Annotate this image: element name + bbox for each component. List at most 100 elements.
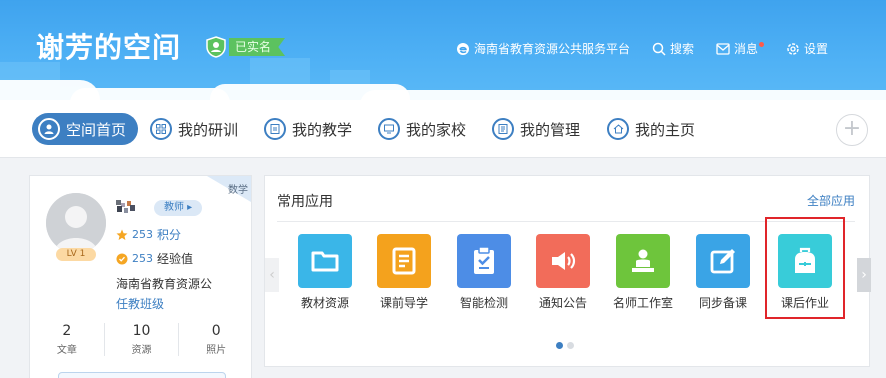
tab-label: 我的主页: [635, 120, 696, 139]
folder-icon: [311, 251, 339, 272]
edit-icon: [710, 249, 735, 274]
count-label: 文章: [56, 345, 77, 356]
app-tile: [377, 234, 431, 288]
space-title: 谢芳的空间: [36, 31, 182, 64]
speaker-icon: [552, 252, 576, 270]
app-announcements[interactable]: 通知公告: [528, 234, 598, 311]
tab-my-home-school[interactable]: 我的家校: [378, 113, 466, 145]
tab-my-teaching[interactable]: 我的教学: [264, 113, 352, 145]
star-icon: [116, 229, 128, 240]
points-stat: 253 积分: [116, 226, 181, 243]
teacher-icon: [632, 249, 654, 272]
verified-label: 已实名: [229, 38, 286, 56]
common-apps-panel: 常用应用 全部应用 ‹ › 教材资源 课前导学 智能检测 通知公告 名师工作室 …: [264, 175, 871, 367]
app-sync-lesson-prep[interactable]: 同步备课: [688, 234, 758, 311]
mail-icon: [716, 42, 730, 55]
prev-page-arrow[interactable]: ‹: [265, 258, 279, 292]
photos-count[interactable]: 0 照片: [178, 323, 253, 356]
next-page-arrow[interactable]: ›: [857, 258, 871, 292]
app-label: 同步备课: [698, 296, 747, 310]
app-smart-test[interactable]: 智能检测: [449, 234, 519, 311]
points-value: 253: [132, 228, 153, 241]
app-tile: [696, 234, 750, 288]
space-header: 谢芳的空间 已实名 海南省教育资源公共服务平台 搜索 消息 设置: [0, 0, 886, 100]
profile-action-button[interactable]: [58, 372, 226, 378]
app-label: 教材资源: [300, 296, 349, 310]
unread-dot: [759, 42, 765, 47]
search-icon: [652, 42, 666, 56]
app-label: 通知公告: [538, 296, 587, 310]
tab-my-homepage[interactable]: 我的主页: [607, 113, 695, 145]
profile-card: 数学 LV 1 教师 ▸ 253 积分 253 经验值 海南省教育资源公 任教班…: [29, 175, 252, 378]
teaching-class-link[interactable]: 任教班级: [116, 295, 164, 312]
app-master-teacher-studio[interactable]: 名师工作室: [608, 234, 678, 311]
tab-label: 空间首页: [66, 120, 127, 139]
username-pixelated: [116, 200, 135, 213]
level-badge: LV 1: [56, 248, 96, 261]
messages-link[interactable]: 消息: [716, 40, 765, 57]
tab-label: 我的家校: [406, 120, 467, 139]
app-label: 课前导学: [379, 296, 428, 310]
organization: 海南省教育资源公: [116, 277, 213, 291]
subject-tag: 数学: [228, 185, 248, 196]
verified-badge: 已实名: [205, 36, 286, 58]
pager-dot[interactable]: [567, 342, 574, 349]
platform-link-label: 海南省教育资源公共服务平台: [474, 42, 631, 56]
all-apps-link[interactable]: 全部应用: [807, 192, 855, 209]
avatar[interactable]: [46, 193, 106, 253]
app-pre-class-guide[interactable]: 课前导学: [369, 234, 439, 311]
count-label: 照片: [206, 345, 227, 356]
tab-my-management[interactable]: 我的管理: [492, 113, 580, 145]
count-value: 2: [62, 323, 72, 339]
count-value: 0: [211, 323, 221, 339]
settings-link-label: 设置: [804, 42, 829, 56]
platform-logo-icon: [457, 42, 469, 55]
carousel-pager: [556, 342, 578, 349]
list-icon: [492, 118, 514, 140]
gear-icon: [787, 42, 799, 55]
app-tile: [298, 234, 352, 288]
tab-space-home[interactable]: 空间首页: [32, 113, 139, 145]
verified-shield-icon: [206, 36, 226, 58]
tab-label: 我的研训: [178, 120, 239, 139]
monitor-icon: [378, 118, 400, 140]
platform-link[interactable]: 海南省教育资源公共服务平台: [456, 40, 630, 57]
role-badge[interactable]: 教师 ▸: [154, 200, 203, 216]
home-icon: [607, 118, 629, 140]
app-tile: [536, 234, 590, 288]
grid-icon: [150, 118, 172, 140]
main-tab-bar: 空间首页 我的研训 我的教学 我的家校 我的管理 我的主页 +: [0, 100, 886, 158]
search-link-label: 搜索: [670, 42, 695, 56]
app-label: 智能检测: [459, 296, 508, 310]
app-tile: [616, 234, 670, 288]
add-tab-button[interactable]: +: [836, 114, 868, 146]
settings-link[interactable]: 设置: [786, 40, 828, 57]
apps-panel-title: 常用应用: [277, 194, 333, 210]
count-label: 资源: [131, 345, 152, 356]
exp-stat: 253 经验值: [116, 250, 193, 267]
exp-value: 253: [132, 252, 153, 265]
app-label: 名师工作室: [612, 296, 673, 310]
app-textbook-resources[interactable]: 教材资源: [290, 234, 360, 311]
count-value: 10: [132, 323, 151, 339]
exp-badge-icon: [116, 253, 128, 264]
role-label: 教师: [164, 202, 184, 213]
app-tile: [457, 234, 511, 288]
points-label: 积分: [157, 228, 182, 242]
pager-dot-active[interactable]: [556, 342, 563, 349]
tab-label: 我的教学: [292, 120, 353, 139]
header-cloud: [70, 88, 230, 100]
user-icon: [38, 118, 60, 140]
articles-count[interactable]: 2 文章: [30, 323, 104, 356]
messages-link-label: 消息: [734, 42, 759, 56]
exp-label: 经验值: [157, 252, 194, 266]
tab-label: 我的管理: [520, 120, 581, 139]
resources-count[interactable]: 10 资源: [103, 323, 179, 356]
board-icon: [264, 118, 286, 140]
header-cloud: [360, 90, 886, 100]
clipboard-check-icon: [474, 246, 494, 274]
tab-my-training[interactable]: 我的研训: [150, 113, 238, 145]
default-avatar-icon: [46, 193, 106, 253]
search-link[interactable]: 搜索: [652, 40, 694, 57]
document-icon: [392, 247, 416, 275]
